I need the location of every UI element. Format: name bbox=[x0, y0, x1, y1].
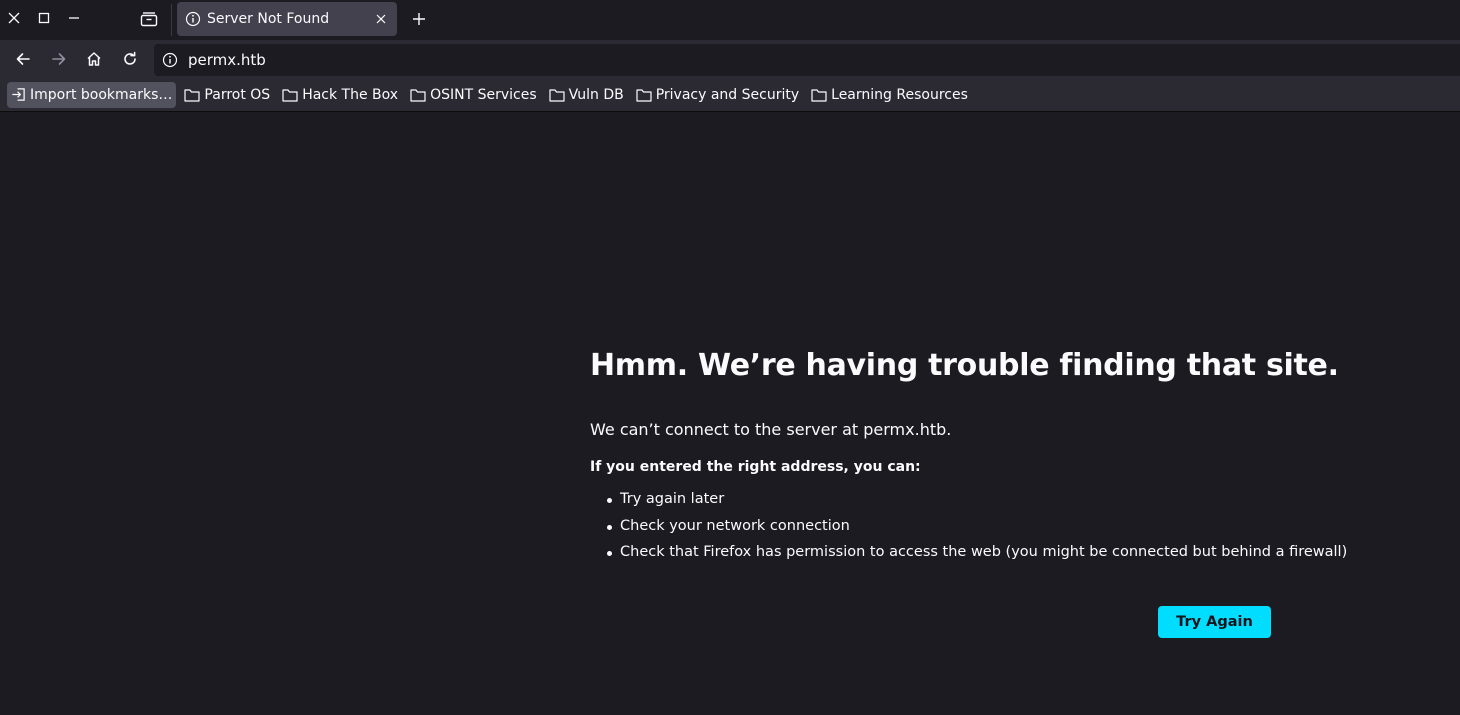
reload-button[interactable] bbox=[119, 48, 141, 70]
window-minimize-button[interactable] bbox=[64, 8, 84, 28]
tab-separator bbox=[171, 4, 172, 36]
back-arrow-icon bbox=[16, 53, 30, 65]
bookmark-folder-hack-the-box[interactable]: Hack The Box bbox=[278, 82, 402, 108]
home-button[interactable] bbox=[83, 48, 105, 70]
home-icon bbox=[87, 52, 101, 66]
tab-list-icon bbox=[140, 12, 158, 27]
bookmark-import[interactable]: Import bookmarks… bbox=[7, 81, 177, 108]
folder-icon bbox=[636, 88, 652, 102]
window-close-button[interactable] bbox=[4, 8, 24, 28]
folder-icon bbox=[549, 88, 565, 102]
site-info-icon[interactable] bbox=[162, 52, 178, 68]
page-content: Hmm. We’re having trouble finding that s… bbox=[0, 112, 1460, 715]
plus-icon bbox=[413, 13, 425, 25]
suggestion-item: Try again later bbox=[590, 491, 1290, 518]
bookmark-label: Privacy and Security bbox=[655, 86, 800, 103]
bookmark-folder-osint-services[interactable]: OSINT Services bbox=[406, 82, 541, 108]
error-description: We can’t connect to the server at permx.… bbox=[590, 420, 952, 439]
info-icon bbox=[185, 11, 201, 27]
new-tab-button[interactable] bbox=[408, 8, 430, 30]
tab-overview-button[interactable] bbox=[137, 7, 161, 31]
maximize-icon bbox=[38, 12, 50, 24]
window-maximize-button[interactable] bbox=[34, 8, 54, 28]
bookmark-folder-learning-resources[interactable]: Learning Resources bbox=[807, 82, 972, 108]
error-container: Hmm. We’re having trouble finding that s… bbox=[590, 348, 1347, 638]
bookmark-label: OSINT Services bbox=[430, 86, 537, 103]
minimize-icon bbox=[69, 17, 79, 19]
url-text[interactable]: permx.htb bbox=[188, 51, 266, 69]
forward-arrow-icon bbox=[52, 53, 66, 65]
suggestion-list: Try again later Check your network conne… bbox=[590, 491, 1347, 571]
folder-icon bbox=[410, 88, 426, 102]
error-title: Hmm. We’re having trouble finding that s… bbox=[590, 348, 1339, 383]
suggestion-item: Check that Firefox has permission to acc… bbox=[590, 544, 1347, 571]
reload-icon bbox=[124, 51, 136, 65]
folder-icon bbox=[184, 88, 201, 102]
bookmark-folder-vuln-db[interactable]: Vuln DB bbox=[545, 82, 628, 108]
tab-strip: Server Not Found bbox=[0, 0, 1460, 40]
back-button[interactable] bbox=[12, 48, 34, 70]
close-icon bbox=[8, 12, 20, 24]
tab-close-button[interactable] bbox=[373, 11, 389, 27]
bookmark-label: Hack The Box bbox=[302, 86, 399, 103]
bookmark-label: Vuln DB bbox=[568, 86, 624, 103]
close-icon bbox=[376, 14, 386, 24]
folder-icon bbox=[282, 88, 298, 102]
tab-title: Server Not Found bbox=[207, 11, 330, 27]
suggestion-item: Check your network connection bbox=[590, 518, 1290, 545]
navigation-toolbar: permx.htb bbox=[0, 40, 1460, 78]
tab-active[interactable]: Server Not Found bbox=[177, 2, 397, 36]
bookmark-label: Import bookmarks… bbox=[30, 86, 173, 103]
bookmarks-toolbar: Import bookmarks… Parrot OS Hack The Box… bbox=[0, 78, 1460, 112]
forward-button[interactable] bbox=[48, 48, 70, 70]
bookmark-folder-parrot-os[interactable]: Parrot OS bbox=[180, 82, 274, 108]
bookmark-folder-privacy-and-security[interactable]: Privacy and Security bbox=[632, 82, 803, 108]
bookmark-label: Parrot OS bbox=[204, 86, 271, 103]
error-hint: If you entered the right address, you ca… bbox=[590, 459, 921, 475]
try-again-button[interactable]: Try Again bbox=[1158, 606, 1271, 638]
bookmark-label: Learning Resources bbox=[831, 86, 968, 103]
address-bar[interactable]: permx.htb bbox=[154, 44, 1460, 76]
folder-icon bbox=[811, 88, 827, 102]
import-icon bbox=[12, 88, 25, 101]
